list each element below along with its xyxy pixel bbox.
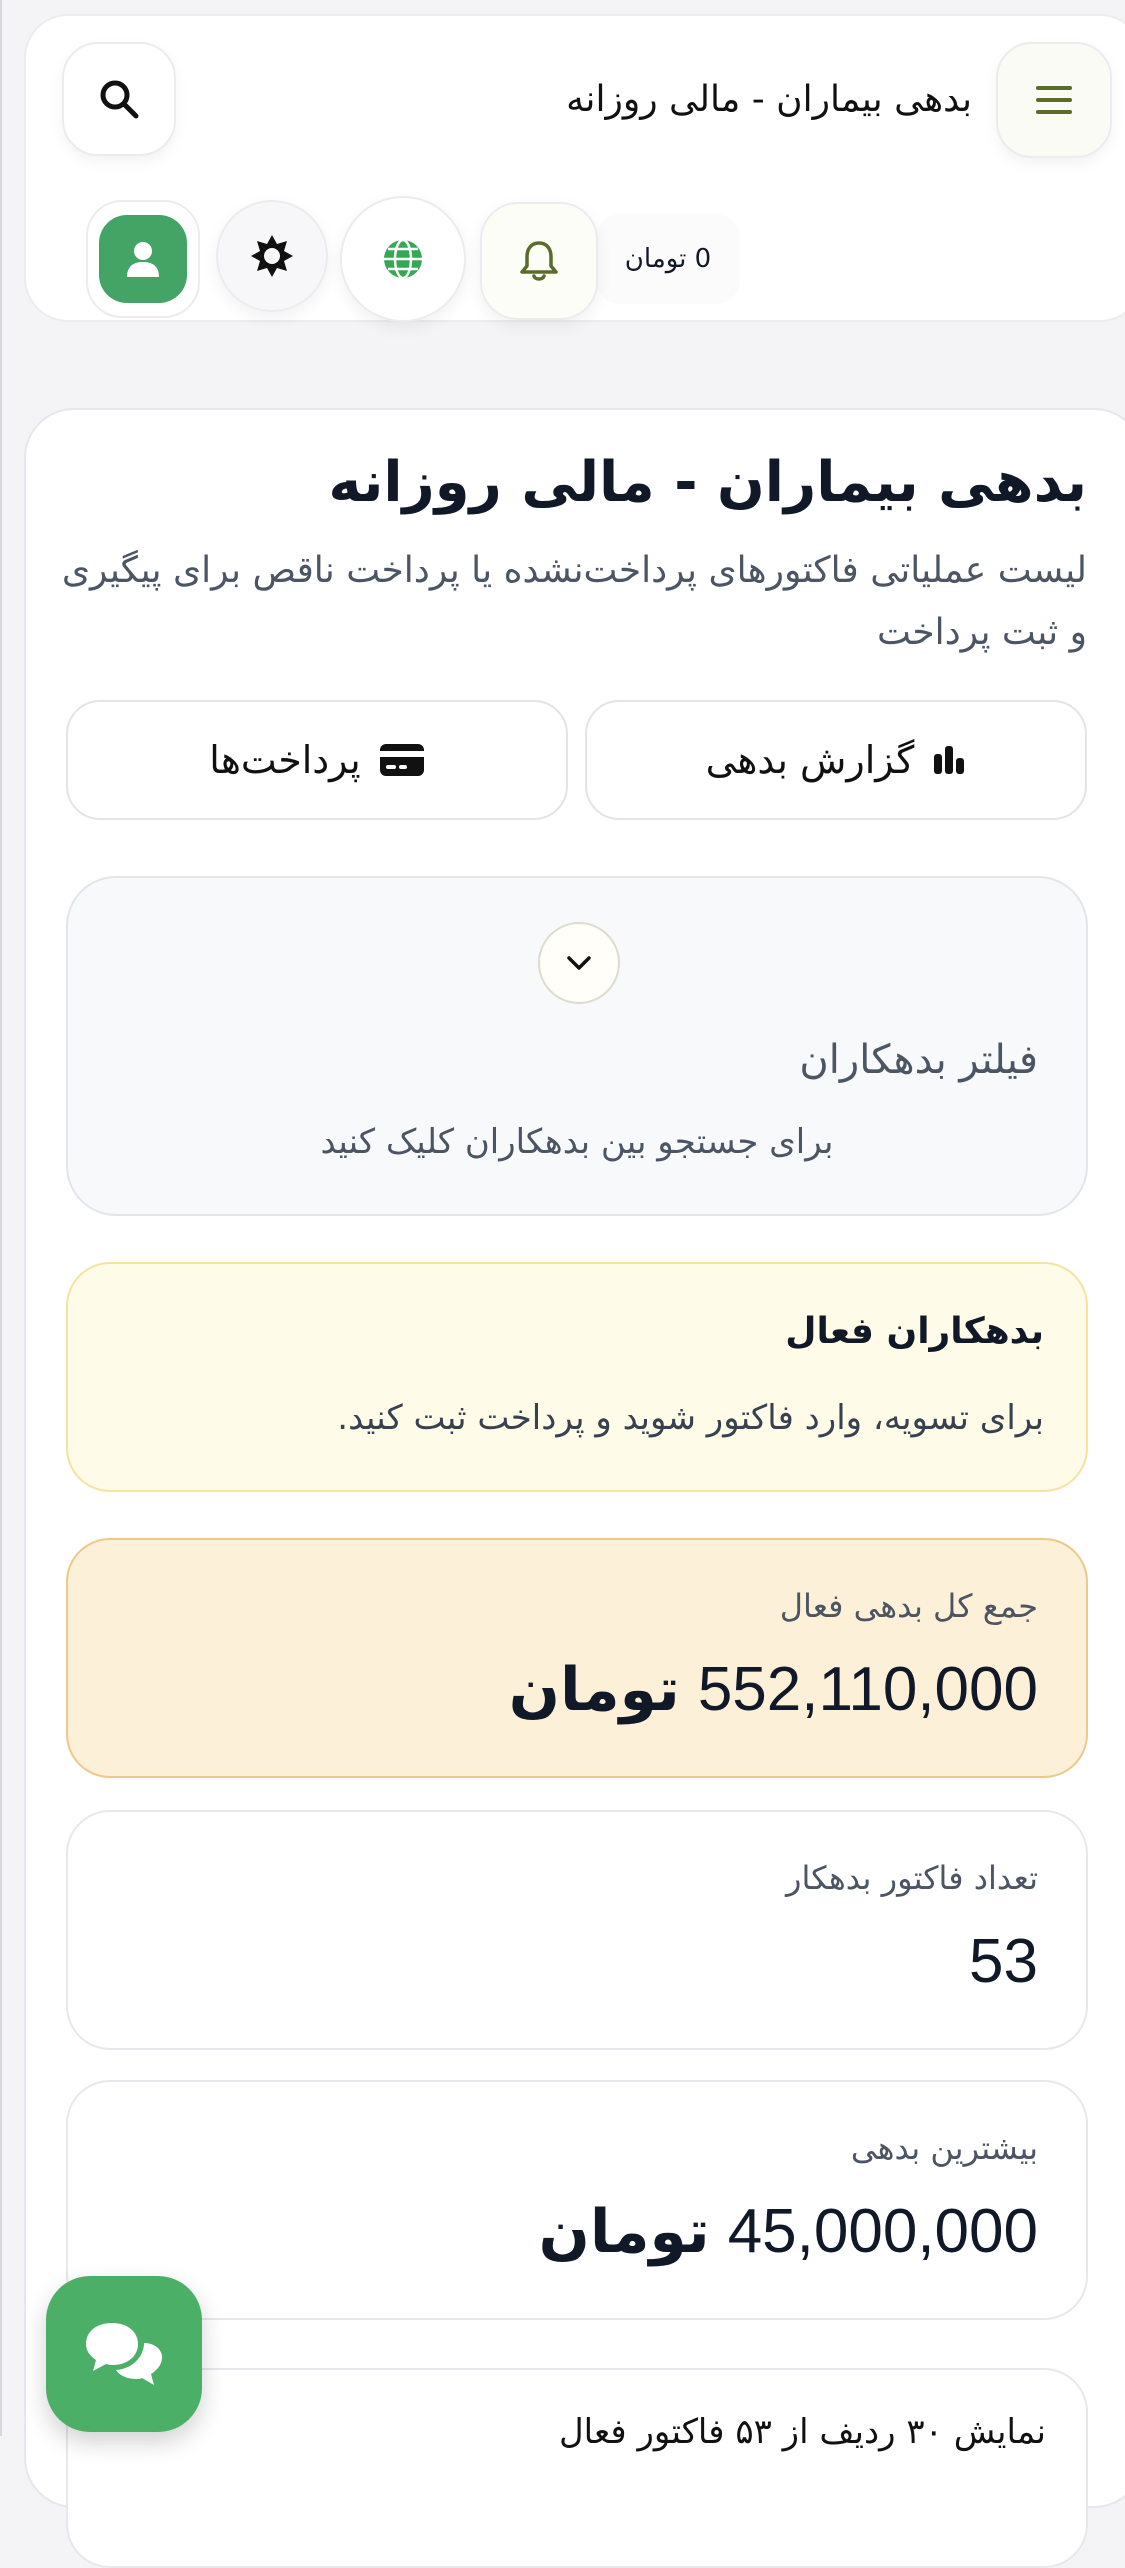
- credit-card-icon: [379, 744, 424, 776]
- filter-hint: برای جستجو بین بدهکاران کلیک کنید: [320, 1122, 834, 1162]
- max-debt-unit: تومان: [538, 2197, 710, 2267]
- filter-title: فیلتر بدهکاران: [799, 1037, 1038, 1083]
- debt-report-label: گزارش بدهی: [705, 738, 915, 782]
- debt-report-button[interactable]: گزارش بدهی: [585, 700, 1087, 820]
- filter-expand-button[interactable]: [538, 922, 620, 1004]
- rows-info-card: نمایش ۳۰ ردیف از ۵۳ فاکتور فعال: [66, 2368, 1088, 2568]
- chevron-down-icon: [567, 956, 591, 970]
- menu-button[interactable]: [996, 42, 1112, 158]
- top-bar: بدهی بیماران - مالی روزانه 0 تومان: [24, 14, 1125, 322]
- chat-button[interactable]: [46, 2276, 202, 2432]
- debtor-invoice-count-card: تعداد فاکتور بدهکار 53: [66, 1810, 1088, 2050]
- total-debt-number: 552,110,000: [697, 1655, 1038, 1724]
- search-icon: [100, 80, 139, 119]
- debtor-filter-panel[interactable]: فیلتر بدهکاران برای جستجو بین بدهکاران ک…: [66, 876, 1088, 1216]
- max-debt-value: 45,000,000تومان: [539, 2190, 1038, 2274]
- payments-button[interactable]: پرداخت‌ها: [66, 700, 568, 820]
- globe-icon: [384, 238, 422, 280]
- total-debt-label: جمع کل بدهی فعال: [779, 1587, 1038, 1625]
- max-debt-number: 45,000,000: [727, 2197, 1038, 2266]
- invoice-count-label: تعداد فاکتور بدهکار: [786, 1859, 1038, 1897]
- notice-title: بدهکاران فعال: [785, 1311, 1044, 1352]
- max-debt-label: بیشترین بدهی: [850, 2129, 1038, 2167]
- user-icon: [127, 242, 159, 277]
- page: بدهی بیماران - مالی روزانه 0 تومان بدهی …: [0, 0, 1125, 2568]
- language-button[interactable]: [340, 196, 466, 322]
- total-debt-value: 552,110,000تومان: [509, 1648, 1038, 1732]
- profile-button[interactable]: [86, 200, 200, 318]
- header-title: بدهی بیماران - مالی روزانه: [566, 79, 972, 120]
- avatar: [99, 215, 187, 303]
- theme-toggle-button[interactable]: [216, 200, 328, 312]
- bar-chart-icon: [934, 746, 965, 774]
- search-button[interactable]: [62, 42, 176, 156]
- active-debtors-notice: بدهکاران فعال برای تسویه، وارد فاکتور شو…: [66, 1262, 1088, 1492]
- rows-info-text: نمایش ۳۰ ردیف از ۵۳ فاکتور فعال: [558, 2412, 1046, 2452]
- total-debt-card: جمع کل بدهی فعال 552,110,000تومان: [66, 1538, 1088, 1778]
- notifications-button[interactable]: [480, 202, 598, 320]
- sun-icon: [251, 235, 293, 277]
- left-edge-rail: [0, 0, 2, 2436]
- total-debt-unit: تومان: [508, 1655, 680, 1725]
- balance-display: 0 تومان: [596, 214, 740, 304]
- notice-text: برای تسویه، وارد فاکتور شوید و پرداخت ثب…: [337, 1398, 1044, 1438]
- chat-icon: [86, 2323, 162, 2385]
- bell-icon: [520, 241, 558, 281]
- invoice-count-value: 53: [969, 1920, 1038, 2004]
- page-title: بدهی بیماران - مالی روزانه: [328, 450, 1087, 515]
- menu-icon: [1036, 86, 1072, 114]
- payments-label: پرداخت‌ها: [209, 738, 361, 782]
- page-subtitle: لیست عملیاتی فاکتورهای پرداخت‌نشده یا پر…: [61, 550, 1087, 653]
- max-debt-card: بیشترین بدهی 45,000,000تومان: [66, 2080, 1088, 2320]
- invoice-count-number: 53: [969, 1927, 1038, 1996]
